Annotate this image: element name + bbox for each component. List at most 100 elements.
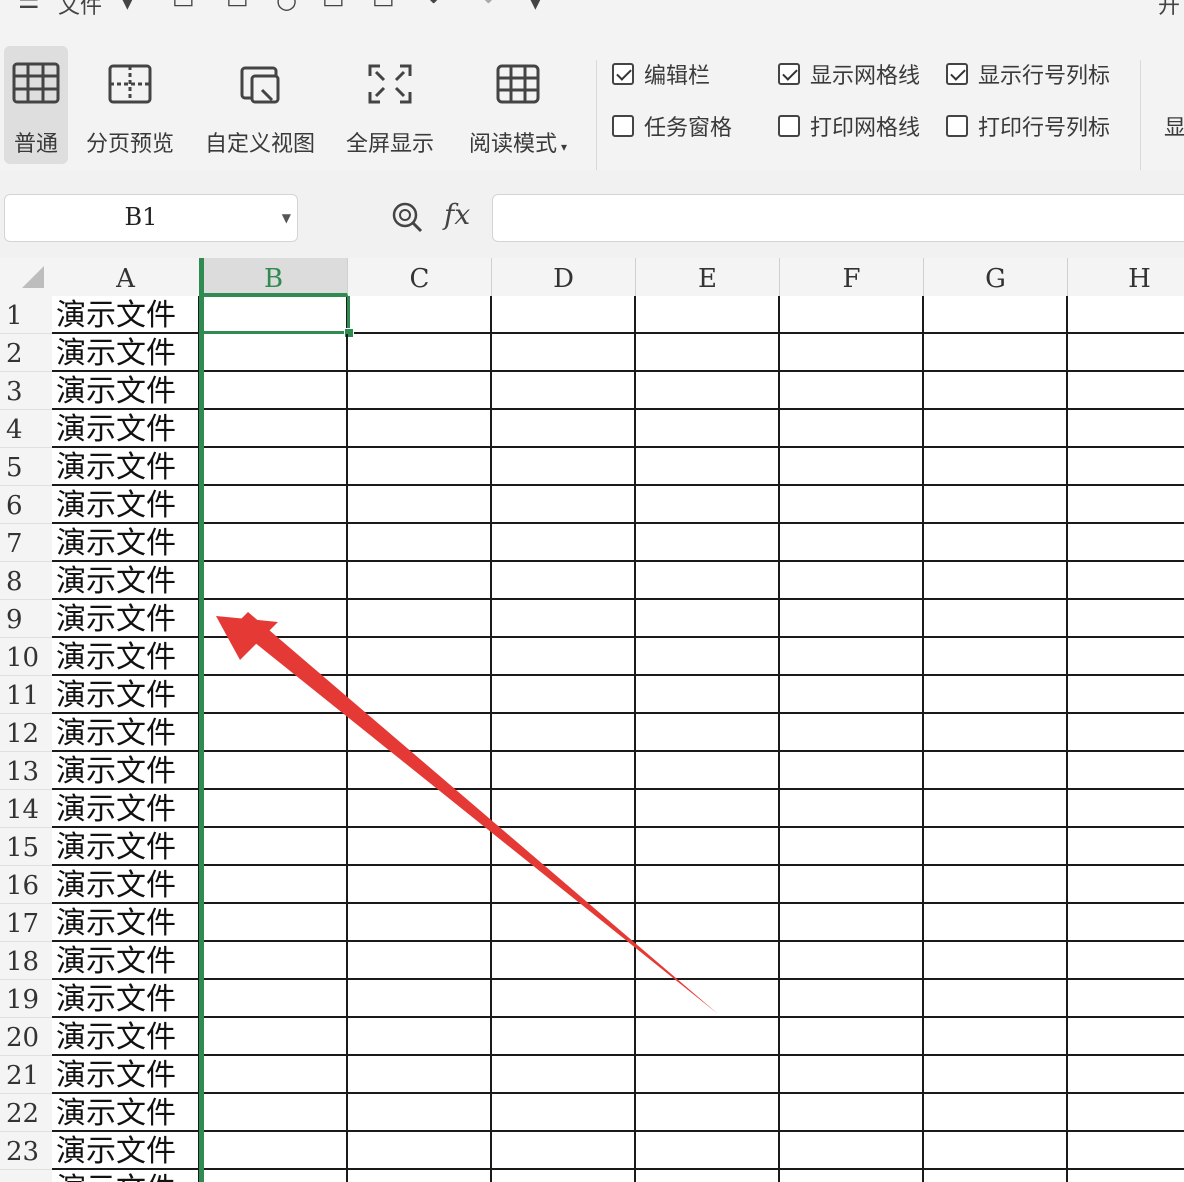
undo-icon[interactable]: ↶ [428, 0, 448, 14]
cell-grid[interactable]: 演示文件 演示文件 演示文件 演示文件 演示文件 演示文件 演示文件 演示文件 演示文件 演示文件… [52, 296, 1184, 1182]
customize-chevron-icon[interactable]: ▼ [530, 0, 541, 12]
cell-h-6[interactable] [1068, 486, 1184, 524]
column-header-h[interactable]: H [1068, 258, 1184, 296]
cell-e-4[interactable] [636, 410, 780, 448]
cell-g-12[interactable] [924, 714, 1068, 752]
row-header[interactable]: 16 [0, 866, 52, 904]
column-header-f[interactable]: F [780, 258, 924, 296]
cell-f-2[interactable] [780, 334, 924, 372]
cell-h-13[interactable] [1068, 752, 1184, 790]
cell[interactable] [492, 1170, 636, 1182]
cell-h-3[interactable] [1068, 372, 1184, 410]
cell-d-22[interactable] [492, 1094, 636, 1132]
chevron-down-icon[interactable]: ▼ [122, 0, 133, 12]
formula-input[interactable] [492, 194, 1184, 242]
column-header-c[interactable]: C [348, 258, 492, 296]
cell-e-8[interactable] [636, 562, 780, 600]
cell-h-8[interactable] [1068, 562, 1184, 600]
cell-a-3[interactable]: 演示文件 [52, 372, 200, 410]
cell-c-15[interactable] [348, 828, 492, 866]
cell-h-7[interactable] [1068, 524, 1184, 562]
cell-b-18[interactable] [200, 942, 348, 980]
row-header[interactable]: 2 [0, 334, 52, 372]
cell-d-18[interactable] [492, 942, 636, 980]
cell-a-13[interactable]: 演示文件 [52, 752, 200, 790]
cell-d-9[interactable] [492, 600, 636, 638]
cell-d-8[interactable] [492, 562, 636, 600]
cell-d-11[interactable] [492, 676, 636, 714]
cell-b-4[interactable] [200, 410, 348, 448]
cell-g-7[interactable] [924, 524, 1068, 562]
cell-f-12[interactable] [780, 714, 924, 752]
cell-g-18[interactable] [924, 942, 1068, 980]
row-header[interactable]: 10 [0, 638, 52, 676]
page-break-preview-button[interactable]: 分页预览 [80, 46, 180, 164]
row-header[interactable]: 23 [0, 1132, 52, 1170]
cell-d-1[interactable] [492, 296, 636, 334]
print-headings-checkbox[interactable]: 打印行号列标 [946, 110, 1110, 142]
cell-g-4[interactable] [924, 410, 1068, 448]
column-header-e[interactable]: E [636, 258, 780, 296]
cell-d-17[interactable] [492, 904, 636, 942]
open-icon[interactable]: ▭ [172, 0, 195, 14]
cell-h-15[interactable] [1068, 828, 1184, 866]
cell-c-6[interactable] [348, 486, 492, 524]
cell-g-10[interactable] [924, 638, 1068, 676]
print-preview-icon[interactable]: ○ [276, 0, 297, 14]
cell-f-23[interactable] [780, 1132, 924, 1170]
cell-a-12[interactable]: 演示文件 [52, 714, 200, 752]
cell-b-10[interactable] [200, 638, 348, 676]
cell-g-17[interactable] [924, 904, 1068, 942]
chevron-down-icon[interactable]: ▼ [282, 211, 291, 225]
cell-h-5[interactable] [1068, 448, 1184, 486]
cell-b-22[interactable] [200, 1094, 348, 1132]
row-header[interactable]: 13 [0, 752, 52, 790]
cell-h-23[interactable] [1068, 1132, 1184, 1170]
cell-h-4[interactable] [1068, 410, 1184, 448]
cell-g-23[interactable] [924, 1132, 1068, 1170]
cell-b-3[interactable] [200, 372, 348, 410]
cell-h-11[interactable] [1068, 676, 1184, 714]
cell-e-22[interactable] [636, 1094, 780, 1132]
cell-a-5[interactable]: 演示文件 [52, 448, 200, 486]
file-menu[interactable]: 文件 [58, 0, 102, 20]
cell-d-6[interactable] [492, 486, 636, 524]
row-header[interactable]: 14 [0, 790, 52, 828]
cell-e-14[interactable] [636, 790, 780, 828]
cell-h-21[interactable] [1068, 1056, 1184, 1094]
cell-b-13[interactable] [200, 752, 348, 790]
row-header[interactable]: 4 [0, 410, 52, 448]
cell-f-6[interactable] [780, 486, 924, 524]
cell-f-20[interactable] [780, 1018, 924, 1056]
cell-c-10[interactable] [348, 638, 492, 676]
cell-e-6[interactable] [636, 486, 780, 524]
cell-a-1[interactable]: 演示文件 [52, 296, 200, 334]
cell-h-10[interactable] [1068, 638, 1184, 676]
cell-f-9[interactable] [780, 600, 924, 638]
cell-a-19[interactable]: 演示文件 [52, 980, 200, 1018]
cell-b-14[interactable] [200, 790, 348, 828]
cell-g-21[interactable] [924, 1056, 1068, 1094]
cell-f-10[interactable] [780, 638, 924, 676]
row-header[interactable]: 20 [0, 1018, 52, 1056]
reading-mode-button[interactable]: 阅读模式 ▾ [458, 46, 578, 164]
cell-b-11[interactable] [200, 676, 348, 714]
cell-h-17[interactable] [1068, 904, 1184, 942]
cell-c-19[interactable] [348, 980, 492, 1018]
checkbox-checked-icon[interactable] [612, 63, 634, 85]
cell-c-14[interactable] [348, 790, 492, 828]
cell[interactable] [924, 1170, 1068, 1182]
cell-g-2[interactable] [924, 334, 1068, 372]
cell-a-7[interactable]: 演示文件 [52, 524, 200, 562]
cell-a-10[interactable]: 演示文件 [52, 638, 200, 676]
cell-c-8[interactable] [348, 562, 492, 600]
cell-b-8[interactable] [200, 562, 348, 600]
column-header-d[interactable]: D [492, 258, 636, 296]
cell-c-4[interactable] [348, 410, 492, 448]
cell-d-13[interactable] [492, 752, 636, 790]
column-header-a[interactable]: A [52, 258, 200, 296]
cell-b-9[interactable] [200, 600, 348, 638]
checkbox-checked-icon[interactable] [946, 63, 968, 85]
cell[interactable]: 演示文件 [52, 1170, 200, 1182]
cell-b-20[interactable] [200, 1018, 348, 1056]
